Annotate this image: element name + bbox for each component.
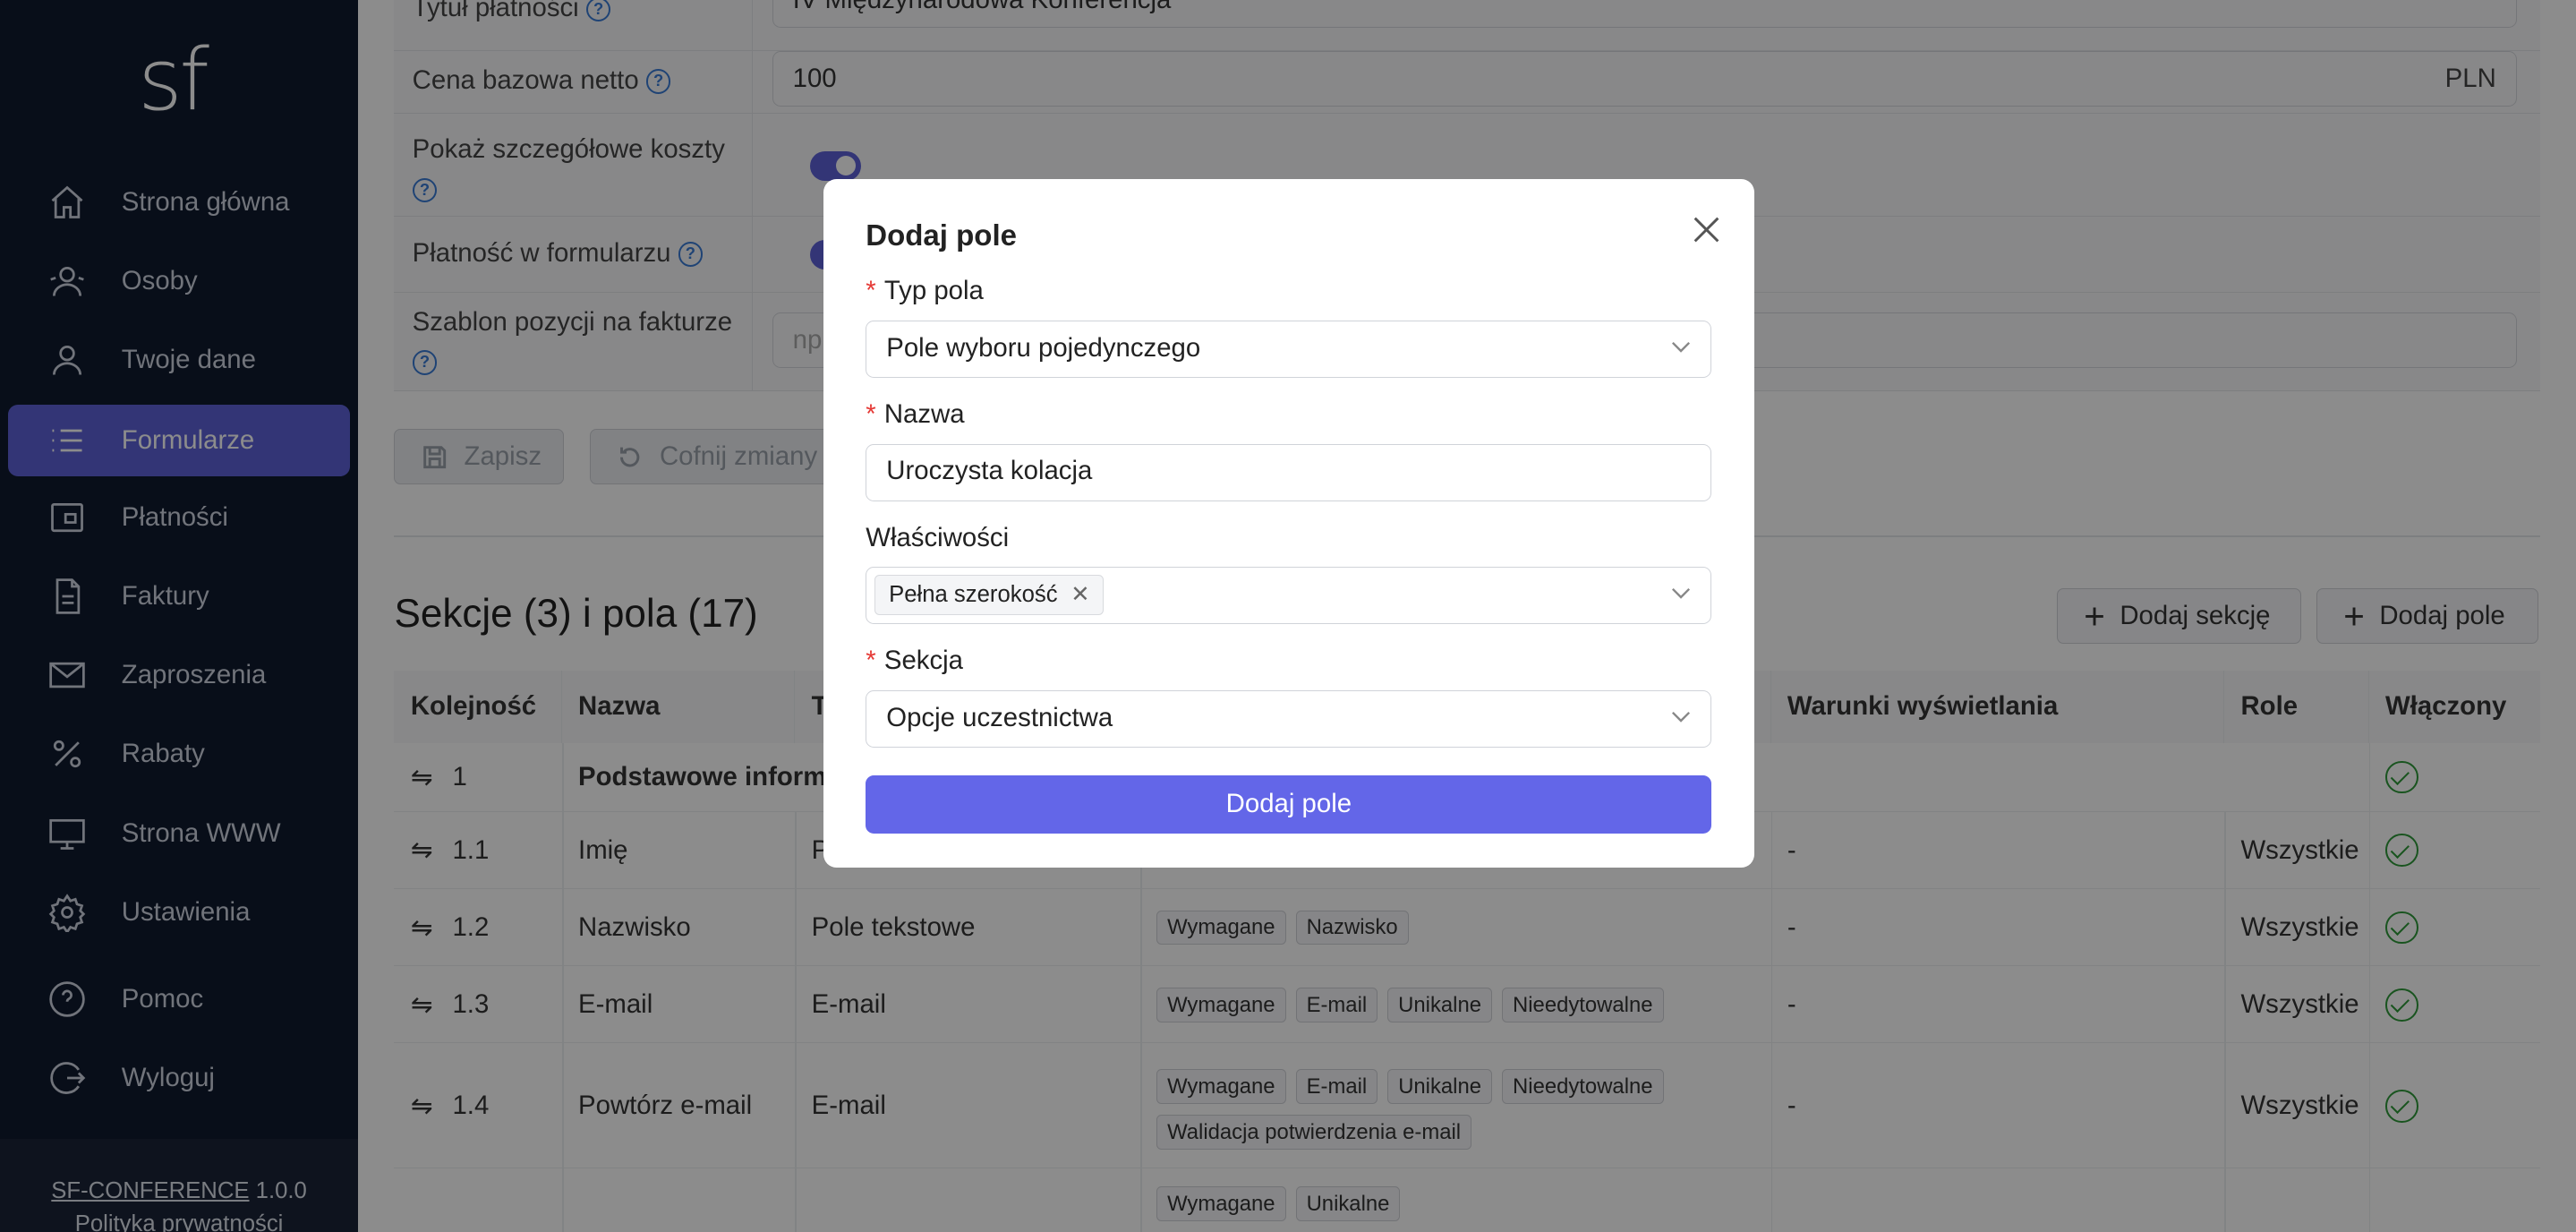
submit-add-field-button[interactable]: Dodaj pole <box>866 775 1712 834</box>
properties-label: Właściwości <box>866 522 1010 552</box>
section-select[interactable]: Opcje uczestnictwa <box>866 689 1712 749</box>
field-type-select[interactable]: Pole wyboru pojedynczego <box>866 320 1712 379</box>
property-tag: Pełna szerokość ✕ <box>874 574 1105 616</box>
remove-tag-icon[interactable]: ✕ <box>1070 581 1090 608</box>
name-label: * Nazwa <box>866 398 965 429</box>
field-type-label: * Typ pola <box>866 276 984 306</box>
add-field-modal: Dodaj pole * Typ pola Pole wyboru pojedyn… <box>823 179 1755 868</box>
chevron-down-icon <box>1672 588 1691 599</box>
close-icon[interactable] <box>1692 215 1721 244</box>
properties-select[interactable]: Pełna szerokość ✕ <box>866 567 1712 625</box>
modal-title: Dodaj pole <box>866 218 1018 252</box>
name-input[interactable]: Uroczysta kolacja <box>866 443 1712 501</box>
section-label: * Sekcja <box>866 646 963 676</box>
chevron-down-icon <box>1672 341 1691 353</box>
chevron-down-icon <box>1672 711 1691 723</box>
